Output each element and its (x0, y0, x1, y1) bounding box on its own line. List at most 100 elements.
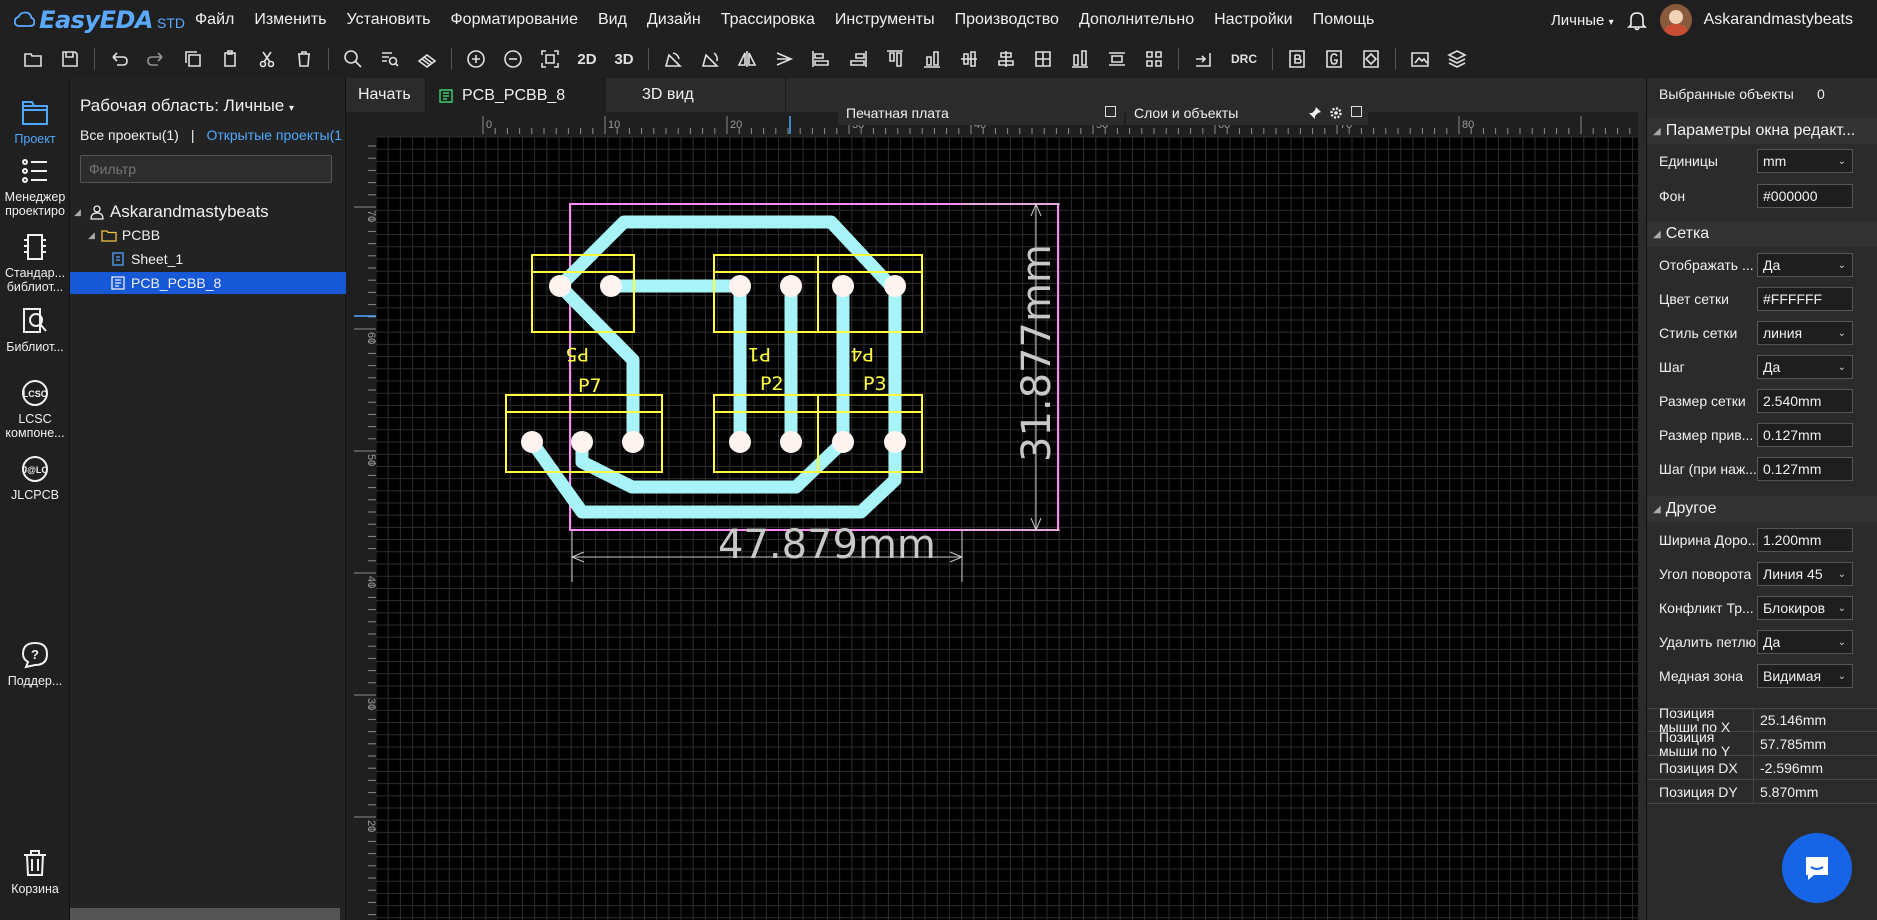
designator-p4[interactable]: P4 (850, 343, 874, 365)
open-projects-link[interactable]: Открытые проекты(1) (206, 127, 342, 143)
track-width-input[interactable]: 1.200mm (1757, 528, 1853, 552)
units-select[interactable]: mm ⌄ (1757, 149, 1853, 173)
pcb-canvas-area[interactable]: 0 10 20 30 40 50 60 70 80 70 60 50 40 30… (346, 101, 1646, 920)
align-grid-icon[interactable] (1030, 46, 1056, 72)
pad[interactable] (832, 431, 854, 453)
paste-icon[interactable] (217, 46, 243, 72)
remove-loop-select[interactable]: Да ⌄ (1757, 630, 1853, 654)
rotate-left-icon[interactable] (660, 46, 686, 72)
zoom-in-icon[interactable] (463, 46, 489, 72)
gear-icon[interactable] (1329, 106, 1343, 120)
nav-trash[interactable]: Корзина (0, 848, 70, 896)
designator-p1[interactable]: P1 (747, 343, 771, 365)
menu-route[interactable]: Трассировка (711, 11, 825, 29)
bell-icon[interactable] (1626, 9, 1648, 31)
conflict-select[interactable]: Блокиров ⌄ (1757, 596, 1853, 620)
grid-size-input[interactable]: 2.540mm (1757, 389, 1853, 413)
menu-settings[interactable]: Настройки (1204, 11, 1302, 29)
pad[interactable] (600, 275, 622, 297)
tree-pcb-row[interactable]: PCB_PCBB_8 (70, 272, 346, 294)
dimension-width-label[interactable]: 47.879mm (718, 522, 936, 568)
zoom-out-icon[interactable] (500, 46, 526, 72)
alt-step-input[interactable]: 0.127mm (1757, 457, 1853, 481)
distribute-v-icon[interactable] (1104, 46, 1130, 72)
grid-color-input[interactable]: #FFFFFF (1757, 287, 1853, 311)
fit-view-icon[interactable] (537, 46, 563, 72)
angle-select[interactable]: Линия 45 ⌄ (1757, 562, 1853, 586)
flip-horizontal-icon[interactable] (734, 46, 760, 72)
menu-view[interactable]: Вид (588, 11, 637, 29)
horizontal-scrollbar[interactable] (70, 908, 340, 920)
redo-icon[interactable] (143, 46, 169, 72)
filter-input[interactable] (80, 155, 332, 183)
layers-icon[interactable] (1444, 46, 1470, 72)
pad[interactable] (571, 431, 593, 453)
align-center-h-icon[interactable] (993, 46, 1019, 72)
nav-libraries[interactable]: Библиот... (0, 306, 70, 354)
all-projects-link[interactable]: Все проекты(1) (80, 127, 179, 143)
designator-p5[interactable]: P5 (565, 343, 589, 365)
step-select[interactable]: Да ⌄ (1757, 355, 1853, 379)
pad[interactable] (884, 275, 906, 297)
grid-style-select[interactable]: линия ⌄ (1757, 321, 1853, 345)
menu-place[interactable]: Установить (337, 11, 441, 29)
tab-start[interactable]: Начать (346, 78, 426, 112)
tab-pcb[interactable]: PCB_PCBB_8 (426, 78, 606, 112)
section-grid[interactable]: ◢ Сетка (1647, 221, 1877, 247)
pad[interactable] (729, 431, 751, 453)
pad[interactable] (549, 275, 571, 297)
drc-button[interactable]: DRC (1227, 46, 1261, 72)
maximize-icon[interactable] (1105, 106, 1116, 117)
nav-manager[interactable]: Менеджер проектиро (0, 156, 70, 218)
layers-panel-header[interactable]: Слои и объекты (1126, 101, 1368, 125)
copy-icon[interactable] (180, 46, 206, 72)
align-left-icon[interactable] (808, 46, 834, 72)
menu-help[interactable]: Помощь (1303, 11, 1385, 29)
view-3d-button[interactable]: 3D (611, 46, 637, 72)
designator-p7[interactable]: P7 (578, 375, 602, 397)
copper-area-select[interactable]: Видимая ⌄ (1757, 664, 1853, 688)
menu-fabrication[interactable]: Производство (945, 11, 1069, 29)
dimension-height-label[interactable]: 31.877mm (1014, 244, 1060, 462)
save-icon[interactable] (57, 46, 83, 72)
workspace-dropdown[interactable]: Личные ▾ (1551, 12, 1614, 29)
nav-jlcpcb[interactable]: J@LC JLCPCB (0, 454, 70, 502)
align-bottom-icon[interactable] (919, 46, 945, 72)
nav-project[interactable]: Проект (0, 98, 70, 146)
open-folder-icon[interactable] (20, 46, 46, 72)
tree-sheet-row[interactable]: Sheet_1 (70, 248, 346, 270)
align-center-v-icon[interactable] (956, 46, 982, 72)
pcb-canvas[interactable]: 0 10 20 30 40 50 60 70 80 70 60 50 40 30… (346, 112, 1646, 920)
board-panel-header[interactable]: Печатная плата (838, 101, 1124, 125)
undo-icon[interactable] (106, 46, 132, 72)
nav-lcsc[interactable]: LCSC LCSC компоне... (0, 378, 70, 440)
designator-p3[interactable]: P3 (863, 373, 887, 395)
background-input[interactable]: #000000 (1757, 184, 1853, 208)
pad[interactable] (622, 431, 644, 453)
pad[interactable] (729, 275, 751, 297)
tab-3d-view[interactable]: 3D вид (606, 78, 786, 112)
view-2d-button[interactable]: 2D (574, 46, 600, 72)
snap-size-input[interactable]: 0.127mm (1757, 423, 1853, 447)
section-editor-params[interactable]: ◢ Параметры окна редакт... (1647, 118, 1877, 144)
search-icon[interactable] (340, 46, 366, 72)
cut-icon[interactable] (254, 46, 280, 72)
nav-standard-library[interactable]: Стандар... библиот... (0, 232, 70, 294)
delete-icon[interactable] (291, 46, 317, 72)
align-right-icon[interactable] (845, 46, 871, 72)
group-icon[interactable] (1141, 46, 1167, 72)
menu-file[interactable]: Файл (185, 11, 244, 29)
chat-button[interactable] (1782, 833, 1852, 903)
pad[interactable] (832, 275, 854, 297)
section-other[interactable]: ◢ Другое (1647, 496, 1877, 522)
pad[interactable] (780, 431, 802, 453)
rotate-right-icon[interactable] (697, 46, 723, 72)
maximize-icon[interactable] (1351, 106, 1362, 117)
username[interactable]: Askarandmastybeats (1704, 11, 1853, 29)
pin-icon[interactable] (1308, 106, 1322, 120)
tree-user-row[interactable]: ◢ Askarandmastybeats (70, 201, 346, 223)
menu-design[interactable]: Дизайн (637, 11, 711, 29)
tree-project-row[interactable]: ◢ PCBB (70, 224, 346, 246)
layers-fill-icon[interactable] (414, 46, 440, 72)
export-image-icon[interactable] (1407, 46, 1433, 72)
